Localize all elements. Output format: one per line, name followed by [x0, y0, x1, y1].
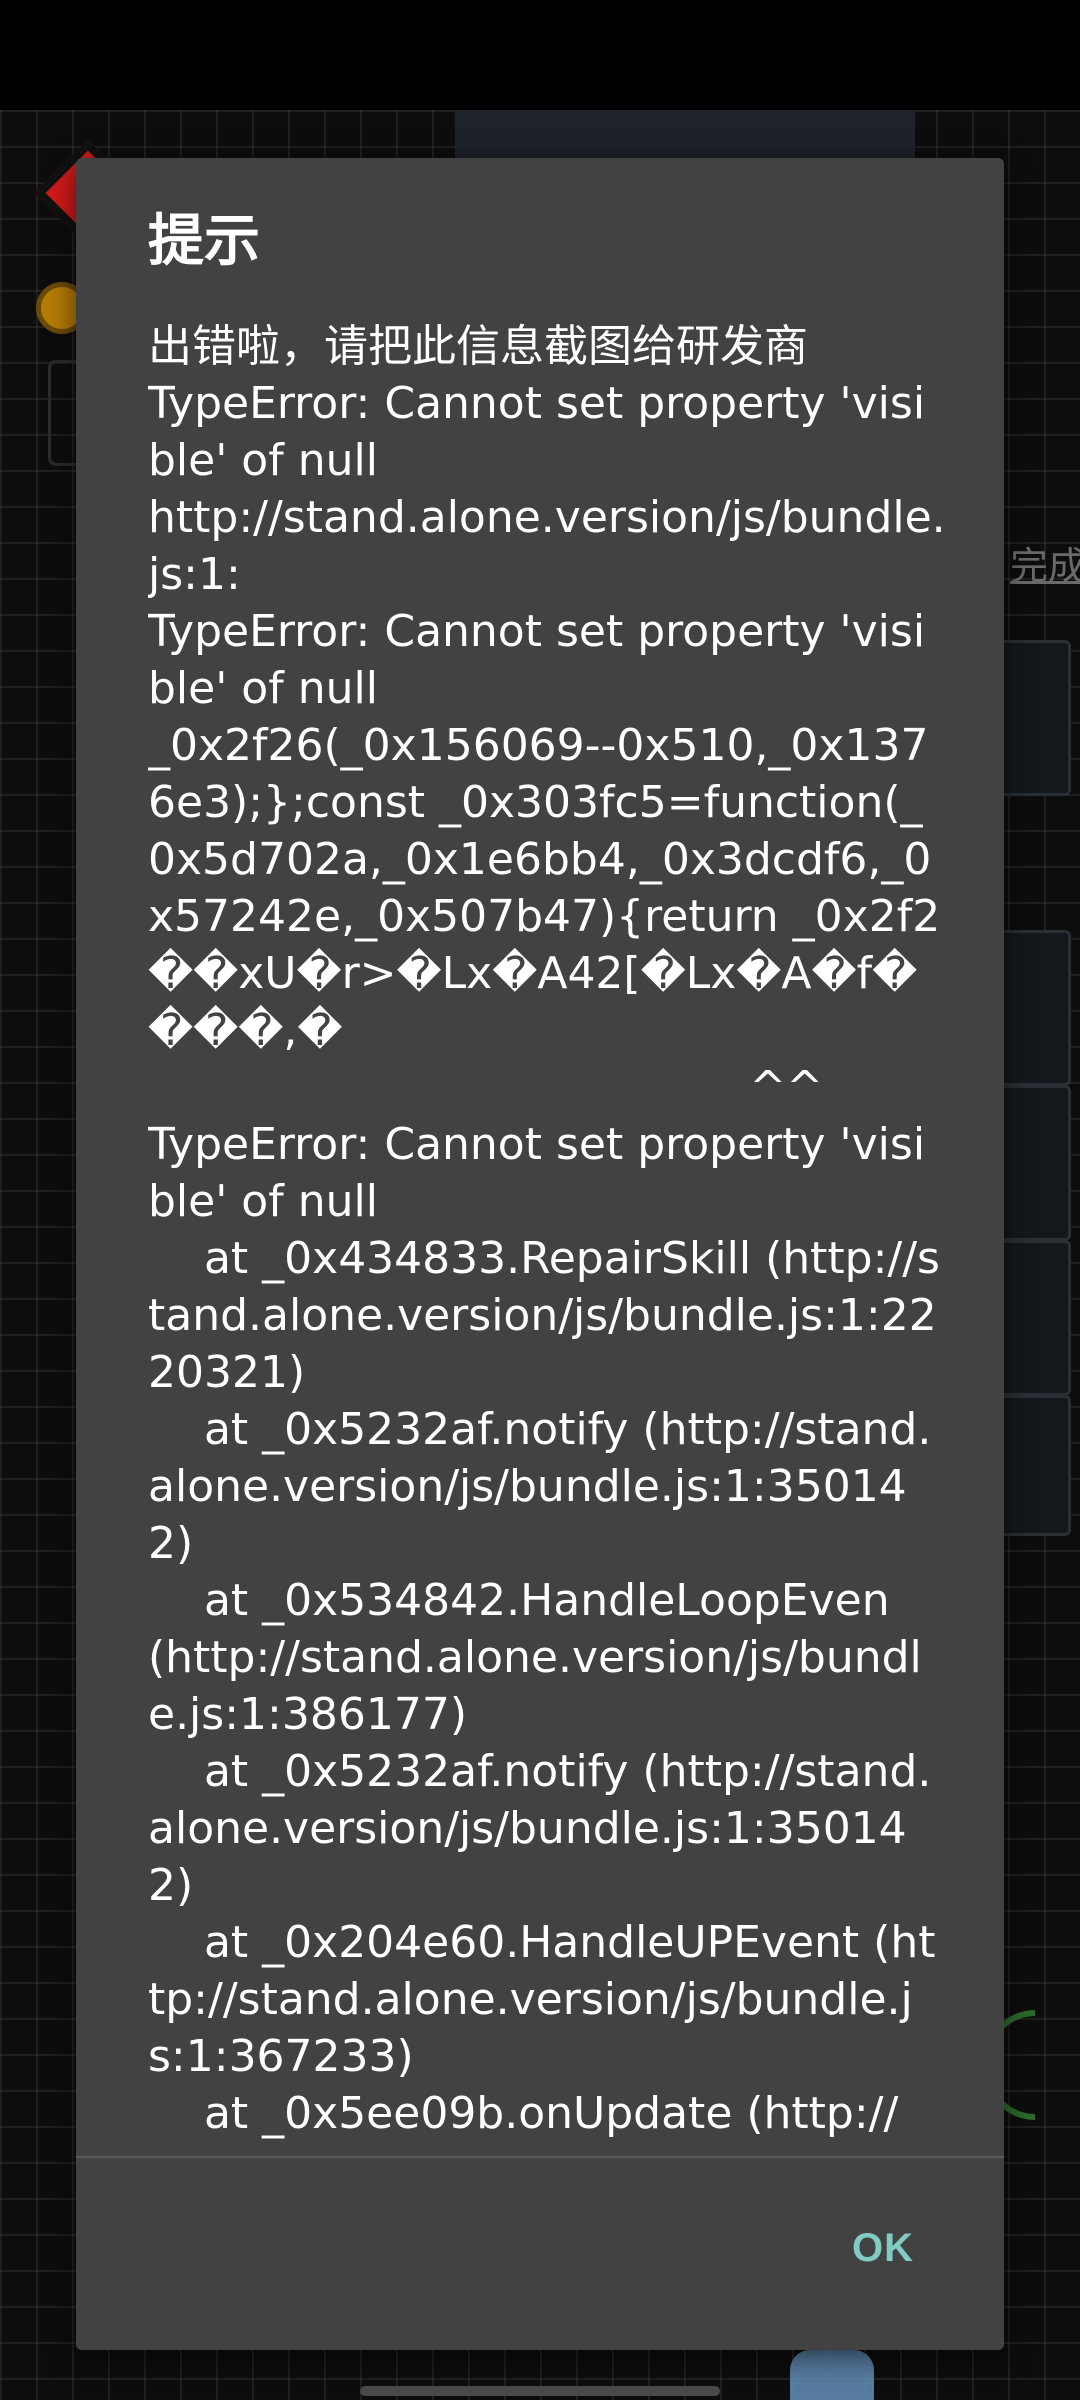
complete-link: 完成: [1010, 544, 1080, 588]
gesture-nav-handle[interactable]: [360, 2386, 720, 2396]
bottom-character-icon: [790, 2350, 874, 2400]
dialog-footer: OK: [76, 2158, 1004, 2350]
error-dialog: 提示 出错啦，请把此信息截图给研发商 TypeError: Cannot set…: [76, 158, 1004, 2350]
status-bar: [0, 0, 1080, 110]
screen: 完成 提示 出错啦，请把此信息截图给研发商 TypeError: Cannot …: [0, 0, 1080, 2400]
dialog-message-text: 出错啦，请把此信息截图给研发商 TypeError: Cannot set pr…: [148, 321, 946, 2139]
dialog-title: 提示: [148, 209, 260, 274]
ok-button[interactable]: OK: [842, 2214, 924, 2283]
dialog-message-scroll[interactable]: 出错啦，请把此信息截图给研发商 TypeError: Cannot set pr…: [148, 318, 948, 2312]
